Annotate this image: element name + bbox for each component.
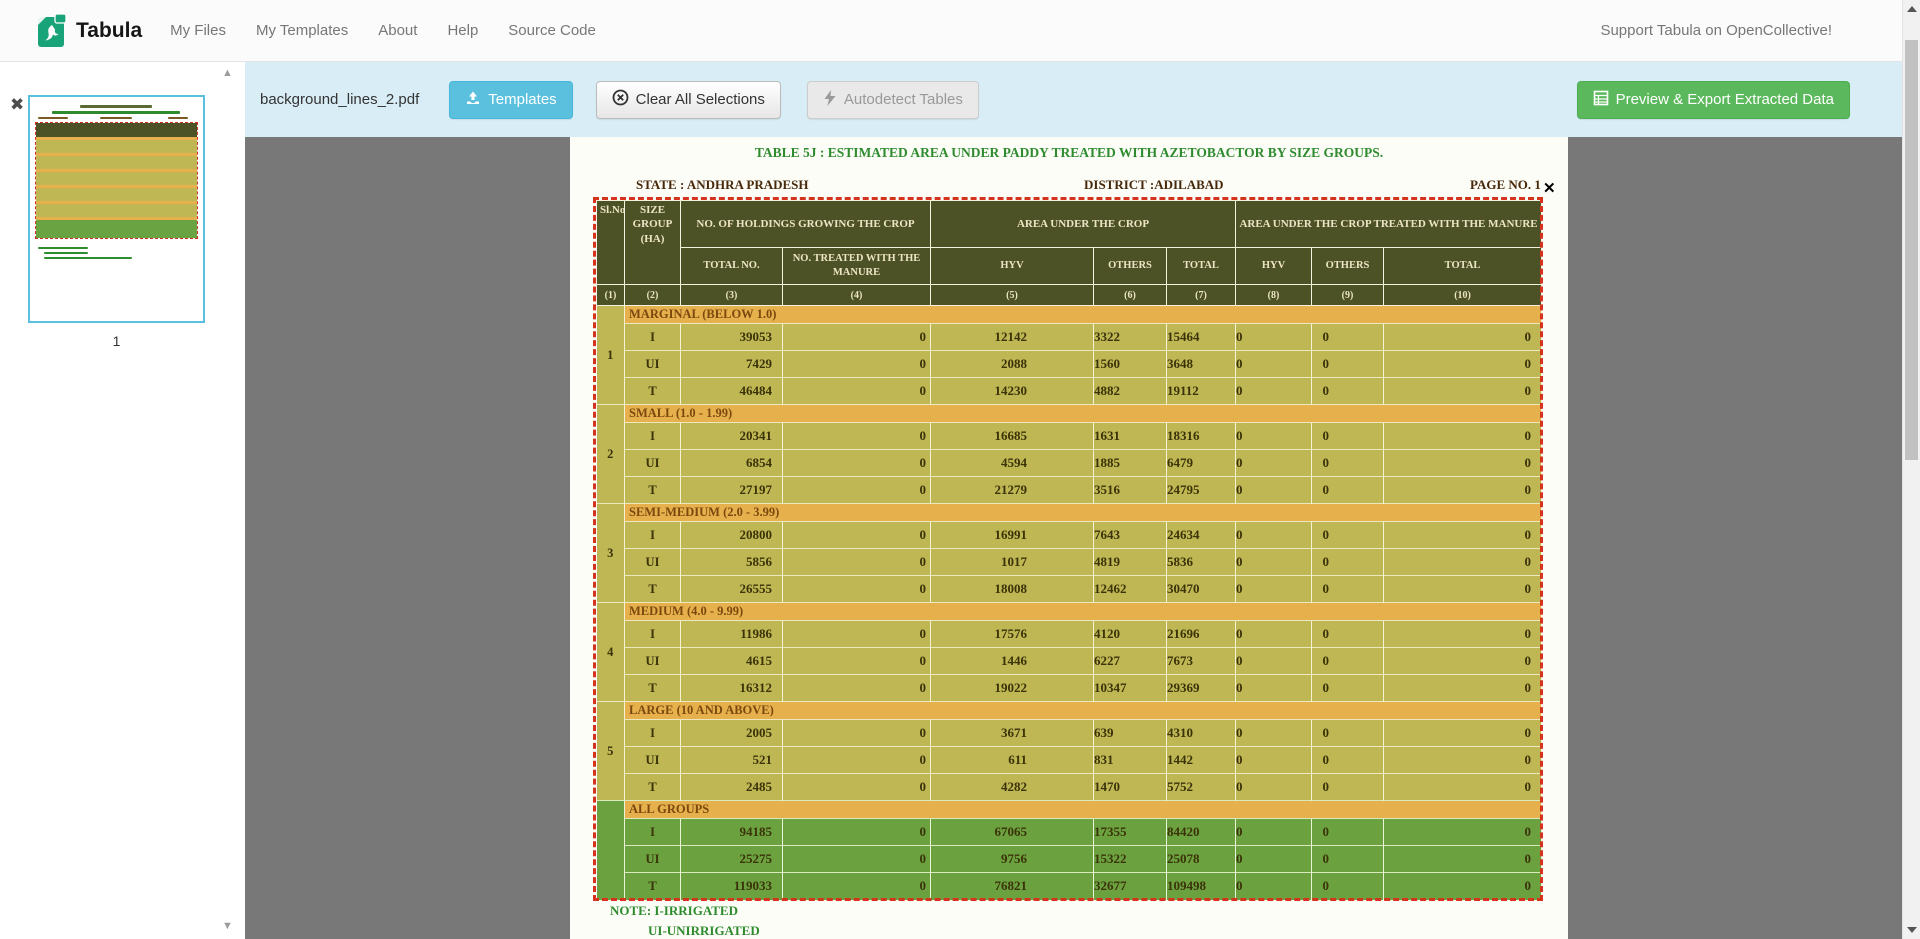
sidebar-scroll-up-icon[interactable]: ▲ bbox=[222, 67, 233, 79]
nav-item-my-files[interactable]: My Files bbox=[170, 22, 226, 39]
main-area: background_lines_2.pdf Templates Clear A… bbox=[245, 62, 1902, 939]
thumbnail-table-preview bbox=[35, 122, 198, 239]
nav-item-my-templates[interactable]: My Templates bbox=[256, 22, 348, 39]
thumbnail-page-number: 1 bbox=[28, 333, 205, 349]
thumb-title-line bbox=[80, 105, 152, 108]
vertical-scrollbar[interactable] bbox=[1902, 0, 1920, 939]
clear-button-label: Clear All Selections bbox=[636, 91, 765, 108]
nav-item-about[interactable]: About bbox=[378, 22, 417, 39]
district-label: DISTRICT :ADILABAD bbox=[1084, 177, 1224, 193]
thumb-note-line bbox=[44, 257, 132, 259]
document-viewport: TABLE 5J : ESTIMATED AREA UNDER PADDY TR… bbox=[245, 137, 1902, 939]
thumb-note-line bbox=[44, 252, 88, 254]
lightning-icon bbox=[823, 90, 837, 110]
scrollbar-up-icon[interactable] bbox=[1907, 6, 1917, 12]
page-thumbnail[interactable] bbox=[28, 95, 205, 323]
autodetect-tables-button[interactable]: Autodetect Tables bbox=[807, 81, 979, 119]
thumb-all-groups-rows bbox=[36, 220, 197, 238]
nav-item-source-code[interactable]: Source Code bbox=[508, 22, 596, 39]
top-navbar: Tabula My Files My Templates About Help … bbox=[0, 0, 1902, 62]
thumb-note-line bbox=[38, 247, 88, 249]
table-selection-box[interactable] bbox=[593, 197, 1543, 901]
thumb-subtitle-line bbox=[52, 111, 180, 114]
thumb-table-rows bbox=[36, 137, 197, 217]
remove-file-icon[interactable]: ✖ bbox=[10, 96, 24, 113]
clear-all-selections-button[interactable]: Clear All Selections bbox=[596, 81, 781, 119]
tabula-pdf-lock-icon bbox=[38, 10, 68, 52]
autodetect-button-label: Autodetect Tables bbox=[844, 91, 963, 108]
template-upload-icon bbox=[465, 90, 481, 110]
export-button-label: Preview & Export Extracted Data bbox=[1616, 91, 1834, 108]
sidebar-scroll-down-icon[interactable]: ▼ bbox=[222, 920, 233, 932]
thumb-table-header bbox=[36, 123, 197, 137]
support-link[interactable]: Support Tabula on OpenCollective! bbox=[1600, 22, 1832, 39]
circle-x-icon bbox=[612, 89, 629, 110]
nav-item-help[interactable]: Help bbox=[447, 22, 478, 39]
current-filename: background_lines_2.pdf bbox=[260, 91, 419, 108]
note-line-1: NOTE: I-IRRIGATED bbox=[610, 903, 738, 919]
note-line-2: UI-UNIRRIGATED bbox=[648, 923, 760, 939]
page-no-label: PAGE NO. 1 bbox=[1470, 177, 1541, 193]
page-thumbnail-sidebar: ✖ 1 ▲ ▼ bbox=[0, 62, 245, 939]
table-title: TABLE 5J : ESTIMATED AREA UNDER PADDY TR… bbox=[570, 145, 1568, 161]
scrollbar-thumb[interactable] bbox=[1905, 40, 1918, 460]
selection-close-icon[interactable]: ✕ bbox=[1543, 179, 1556, 197]
nav-links: My Files My Templates About Help Source … bbox=[170, 22, 596, 39]
templates-button-label: Templates bbox=[488, 91, 556, 108]
pdf-page: TABLE 5J : ESTIMATED AREA UNDER PADDY TR… bbox=[570, 137, 1568, 939]
thumb-meta-line bbox=[38, 117, 68, 119]
templates-button[interactable]: Templates bbox=[449, 81, 572, 119]
spreadsheet-icon bbox=[1593, 90, 1609, 110]
preview-export-button[interactable]: Preview & Export Extracted Data bbox=[1577, 81, 1850, 119]
brand-title: Tabula bbox=[76, 19, 142, 43]
scrollbar-down-icon[interactable] bbox=[1907, 927, 1917, 933]
thumb-meta-line bbox=[100, 117, 132, 119]
state-label: STATE : ANDHRA PRADESH bbox=[636, 177, 809, 193]
toolbar: background_lines_2.pdf Templates Clear A… bbox=[245, 62, 1902, 137]
brand-link[interactable]: Tabula bbox=[38, 10, 142, 52]
thumb-meta-line bbox=[168, 117, 188, 119]
